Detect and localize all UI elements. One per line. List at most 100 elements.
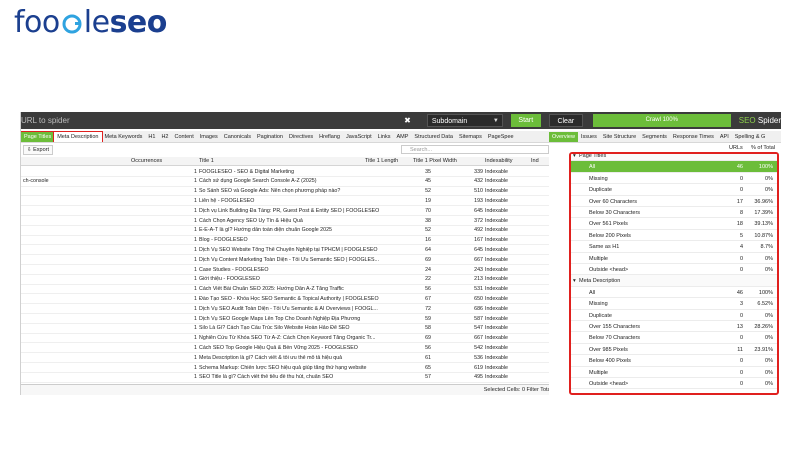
- cell-title: Case Studies - FOOGLESEO: [199, 266, 269, 273]
- table-row[interactable]: 1 SEO Title là gì? Cách viết thẻ tiêu đề …: [21, 373, 551, 383]
- cell-title: So Sánh SEO và Google Ads: Nên chọn phươ…: [199, 188, 341, 195]
- table-row[interactable]: 1 Liên hệ - FOOGLESEO 19 193 Indexable: [21, 196, 551, 207]
- tab-pagination[interactable]: Pagination: [254, 132, 286, 142]
- tab-h2[interactable]: H2: [158, 132, 171, 142]
- overview-item[interactable]: Same as H1 4 8.7%: [571, 241, 777, 253]
- tab-segments[interactable]: Segments: [639, 132, 670, 142]
- table-row[interactable]: 1 Dịch vụ Link Building Đa Tầng: PR, Gues…: [21, 206, 551, 216]
- cell-length: 72: [425, 305, 431, 312]
- cell-length: 67: [425, 295, 431, 302]
- overview-item[interactable]: Below 30 Characters 8 17.39%: [571, 207, 777, 219]
- overview-item[interactable]: Duplicate 0 0%: [571, 184, 777, 196]
- overview-item[interactable]: Multiple 0 0%: [571, 253, 777, 264]
- search-input[interactable]: Search...: [401, 145, 549, 154]
- table-row[interactable]: 1 Schema Markup: Chiến lược SEO hiệu quả …: [21, 363, 551, 373]
- table-row[interactable]: 1 So Sánh SEO và Google Ads: Nên chọn phư…: [21, 187, 551, 197]
- overview-percent: 0%: [765, 381, 773, 387]
- table-row[interactable]: 1 Meta Description là gì? Cách viết & tối…: [21, 353, 551, 363]
- overview-item[interactable]: All 46 100%: [571, 287, 777, 299]
- table-row[interactable]: 1 Dịch Vụ SEO Audit Toàn Diện - Tối Ưu Se…: [21, 304, 551, 314]
- overview-item[interactable]: Below 200 Pixels 5 10.87%: [571, 230, 777, 242]
- table-row[interactable]: ch-console 1 Cách sử dụng Google Search Co…: [21, 177, 551, 187]
- overview-percent: 0%: [765, 369, 773, 376]
- tab-meta-keywords[interactable]: Meta Keywords: [102, 132, 146, 142]
- cell-occurrences: 1: [194, 256, 197, 263]
- right-tab-bar: Overview Issues Site Structure Segments Resp…: [549, 131, 781, 143]
- overview-section[interactable]: ▾ Page Titles: [571, 154, 777, 162]
- tab-content[interactable]: Content: [171, 132, 196, 142]
- col-length[interactable]: Title 1 Length: [365, 158, 409, 164]
- table-row[interactable]: 1 Dịch Vụ SEO Website Tổng Thể Chuyên Ngh…: [21, 245, 551, 256]
- tab-issues[interactable]: Issues: [578, 132, 600, 142]
- col-pixel-width[interactable]: Title 1 Pixel Width: [413, 158, 483, 164]
- cell-indexability: Indexable: [485, 207, 508, 214]
- expand-chevron-icon[interactable]: ▾: [573, 278, 576, 284]
- cell-occurrences: 1: [194, 207, 197, 214]
- table-row[interactable]: 1 Dịch Vụ SEO Google Maps Lên Top Cho Doa…: [21, 314, 551, 324]
- overview-item[interactable]: Over 60 Characters 17 36.96%: [571, 196, 777, 207]
- overview-item[interactable]: Over 155 Characters 13 28.26%: [571, 321, 777, 333]
- overview-count: 0: [739, 381, 743, 387]
- tab-links[interactable]: Links: [375, 132, 394, 142]
- expand-chevron-icon[interactable]: ▾: [573, 154, 576, 159]
- overview-percent: 0%: [765, 255, 773, 262]
- tab-canonicals[interactable]: Canonicals: [221, 132, 254, 142]
- tab-meta-description[interactable]: Meta Description: [53, 131, 103, 142]
- table-row[interactable]: 1 Cách Viết Bài Chuẩn SEO 2025: Hướng Dẫn…: [21, 285, 551, 295]
- overview-percent: 0%: [765, 312, 773, 319]
- table-row[interactable]: 1 Cách Chọn Agency SEO Uy Tín & Hiệu Quả 3…: [21, 216, 551, 226]
- overview-section[interactable]: ▾ Meta Description: [571, 275, 777, 287]
- overview-item[interactable]: Missing 3 6.52%: [571, 298, 777, 310]
- tab-page-titles[interactable]: Page Titles: [21, 131, 56, 142]
- table-row[interactable]: 1 Cách SEO Top Google Hiệu Quả & Bền Vững…: [21, 343, 551, 354]
- overview-item[interactable]: Multiple 0 0%: [571, 367, 777, 378]
- overview-percent: 100%: [758, 289, 773, 296]
- overview-item[interactable]: Outside <head> 0 0%: [571, 264, 777, 276]
- table-row[interactable]: 1 Dịch Vụ Content Marketing Toàn Diện - T…: [21, 255, 551, 265]
- overview-count: 13: [736, 324, 743, 330]
- mode-dropdown[interactable]: Subdomain ▼: [426, 114, 503, 127]
- table-row[interactable]: 1 FOOGLESEO - SEO & Digital Marketing 35 33…: [21, 167, 551, 177]
- url-input[interactable]: URL to spider ✖: [21, 112, 413, 129]
- overview-item[interactable]: All 46 100%: [571, 161, 777, 173]
- table-row[interactable]: 1 Silo Là Gì? Cách Tạo Cấu Trúc Silo Webs…: [21, 324, 551, 334]
- tab-site-structure[interactable]: Site Structure: [600, 132, 639, 142]
- tab-api[interactable]: API: [717, 132, 732, 142]
- overview-percent: 0%: [765, 267, 773, 273]
- tab-amp[interactable]: AMP: [393, 132, 411, 142]
- overview-item[interactable]: Duplicate 0 0%: [571, 310, 777, 321]
- export-button[interactable]: ⇩ Export: [23, 144, 54, 155]
- tab-hreflang[interactable]: Hreflang: [316, 132, 343, 142]
- cell-pixel-width: 645: [474, 207, 483, 214]
- tab-sitemaps[interactable]: Sitemaps: [456, 132, 485, 142]
- cell-occurrences: 1: [194, 315, 197, 322]
- tab-overview[interactable]: Overview: [549, 131, 578, 142]
- cell-title: Cách SEO Top Google Hiệu Quả & Bền Vững …: [199, 344, 358, 351]
- tab-spelling-g[interactable]: Spelling & G: [732, 132, 769, 142]
- col-title[interactable]: Title 1: [199, 158, 385, 164]
- overview-item[interactable]: Over 561 Pixels 18 39.13%: [571, 218, 777, 230]
- tab-images[interactable]: Images: [197, 132, 221, 142]
- tab-javascript[interactable]: JavaScript: [343, 132, 375, 142]
- table-row[interactable]: 1 Case Studies - FOOGLESEO 24 243 Indexable: [21, 265, 551, 275]
- table-row[interactable]: 1 Blog - FOOGLESEO 16 167 Indexable: [21, 236, 551, 246]
- table-row[interactable]: 1 Nghiên Cứu Từ Khóa SEO Từ A-Z: Cách Chọ…: [21, 334, 551, 344]
- tab-response-times[interactable]: Response Times: [670, 132, 717, 142]
- table-row[interactable]: 1 E-E-A-T là gì? Hướng dẫn toàn diện chuẩ…: [21, 226, 551, 236]
- overview-item[interactable]: Over 985 Pixels 11 23.91%: [571, 344, 777, 356]
- overview-item[interactable]: Outside <head> 0 0%: [571, 378, 777, 390]
- table-row[interactable]: 1 Giới thiệu - FOOGLESEO 22 213 Indexable: [21, 275, 551, 285]
- col-occurrences[interactable]: Occurrences: [131, 158, 177, 164]
- tab-structured-data[interactable]: Structured Data: [411, 132, 456, 142]
- overview-item[interactable]: Below 70 Characters 0 0%: [571, 332, 777, 344]
- start-button[interactable]: Start: [510, 114, 541, 127]
- overview-item[interactable]: Below 400 Pixels 0 0%: [571, 355, 777, 367]
- table-row[interactable]: 1 Đào Tạo SEO - Khóa Học SEO Semantic & T…: [21, 294, 551, 305]
- clear-url-icon[interactable]: ✖: [404, 112, 411, 129]
- clear-button[interactable]: Clear: [548, 114, 583, 127]
- overview-item[interactable]: Missing 0 0%: [571, 173, 777, 185]
- tab-pagespee[interactable]: PageSpee: [485, 132, 517, 142]
- col-ind[interactable]: Ind: [531, 158, 539, 164]
- tab-directives[interactable]: Directives: [286, 132, 316, 142]
- tab-h1[interactable]: H1: [145, 132, 158, 142]
